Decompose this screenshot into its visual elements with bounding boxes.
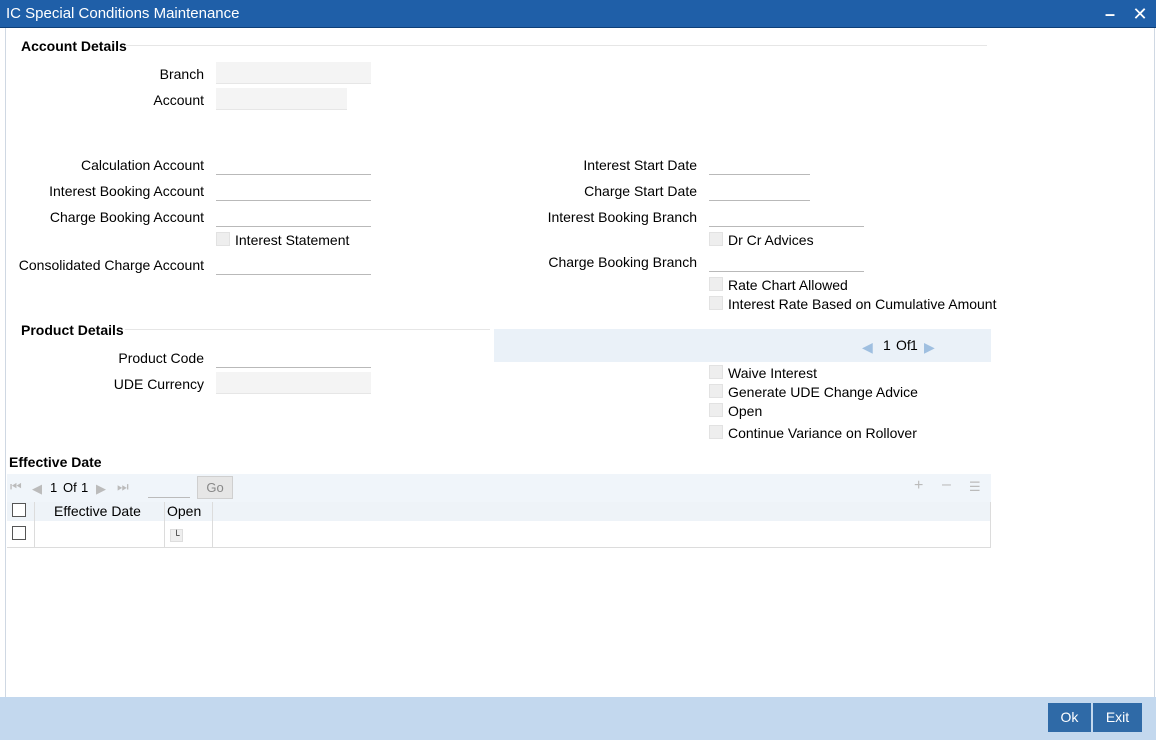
ude-currency-label: UDE Currency bbox=[113, 376, 204, 392]
charge-booking-account-label: Charge Booking Account bbox=[49, 209, 204, 225]
ok-button[interactable]: Ok bbox=[1048, 703, 1091, 732]
charge-booking-branch-label: Charge Booking Branch bbox=[548, 254, 697, 270]
branch-field[interactable] bbox=[216, 62, 371, 84]
list-view-icon[interactable]: ☰ bbox=[969, 479, 981, 495]
previous-page-icon[interactable]: ◀ bbox=[32, 481, 42, 497]
consolidated-charge-account-label: Consolidated Charge Account bbox=[18, 257, 204, 273]
column-header-open: Open bbox=[167, 503, 202, 519]
interest-statement-checkbox[interactable] bbox=[216, 232, 230, 246]
next-page-icon[interactable]: ▶ bbox=[96, 481, 106, 497]
section-divider bbox=[125, 45, 987, 46]
open-checkbox[interactable] bbox=[709, 403, 723, 417]
generate-ude-change-advice-checkbox[interactable] bbox=[709, 384, 723, 398]
grid-pager-of: Of bbox=[63, 480, 77, 495]
interest-statement-label: Interest Statement bbox=[235, 232, 350, 248]
effective-date-grid: Effective Date Open └ bbox=[7, 502, 991, 548]
grid-pager-total: 1 bbox=[81, 480, 89, 495]
row-open-checkbox[interactable]: └ bbox=[170, 529, 183, 542]
column-header-effective-date: Effective Date bbox=[54, 503, 141, 519]
interest-booking-branch-label: Interest Booking Branch bbox=[547, 209, 697, 225]
interest-rate-cumulative-checkbox[interactable] bbox=[709, 296, 723, 310]
open-label: Open bbox=[728, 403, 763, 419]
interest-booking-branch-field[interactable] bbox=[709, 205, 864, 227]
calculation-account-label: Calculation Account bbox=[81, 157, 204, 173]
grid-pager-current: 1 bbox=[50, 480, 58, 495]
waive-interest-label: Waive Interest bbox=[728, 365, 817, 381]
product-pager-bar: ◀ 1 Of 1 ▶ bbox=[494, 329, 991, 362]
effective-date-heading: Effective Date bbox=[9, 454, 102, 470]
page-number-input[interactable] bbox=[148, 477, 190, 498]
product-code-label: Product Code bbox=[118, 350, 204, 366]
table-row[interactable]: └ bbox=[7, 521, 990, 547]
continue-variance-checkbox[interactable] bbox=[709, 425, 723, 439]
charge-start-date-label: Charge Start Date bbox=[584, 183, 697, 199]
first-page-icon[interactable]: ⏮ bbox=[10, 479, 22, 495]
footer-bar: Ok Exit bbox=[0, 697, 1156, 740]
charge-start-date-field[interactable] bbox=[709, 179, 810, 201]
next-icon[interactable]: ▶ bbox=[924, 339, 935, 356]
previous-icon[interactable]: ◀ bbox=[862, 339, 873, 356]
window-title: IC Special Conditions Maintenance bbox=[6, 5, 240, 22]
section-divider bbox=[125, 329, 490, 330]
continue-variance-label: Continue Variance on Rollover bbox=[728, 425, 917, 441]
add-row-icon[interactable]: + bbox=[914, 477, 923, 495]
account-field[interactable] bbox=[216, 88, 347, 110]
pager-current: 1 bbox=[883, 337, 891, 353]
waive-interest-checkbox[interactable] bbox=[709, 365, 723, 379]
account-details-heading: Account Details bbox=[21, 38, 127, 54]
product-details-heading: Product Details bbox=[21, 322, 124, 338]
dr-cr-advices-checkbox[interactable] bbox=[709, 232, 723, 246]
calculation-account-field[interactable] bbox=[216, 153, 371, 175]
interest-booking-account-field[interactable] bbox=[216, 179, 371, 201]
rate-chart-allowed-label: Rate Chart Allowed bbox=[728, 277, 848, 293]
account-label: Account bbox=[153, 92, 204, 108]
select-all-checkbox[interactable] bbox=[12, 503, 26, 517]
row-select-checkbox[interactable] bbox=[12, 526, 26, 540]
rate-chart-allowed-checkbox[interactable] bbox=[709, 277, 723, 291]
go-button[interactable]: Go bbox=[197, 476, 233, 499]
interest-booking-account-label: Interest Booking Account bbox=[49, 183, 204, 199]
generate-ude-change-advice-label: Generate UDE Change Advice bbox=[728, 384, 918, 400]
last-page-icon[interactable]: ⏭ bbox=[117, 479, 129, 495]
grid-header bbox=[7, 502, 990, 521]
pager-of: Of bbox=[896, 337, 911, 353]
close-icon[interactable]: ✕ bbox=[1130, 4, 1150, 24]
consolidated-charge-account-field[interactable] bbox=[216, 253, 371, 275]
window-titlebar: IC Special Conditions Maintenance – ✕ bbox=[0, 0, 1156, 28]
product-code-field[interactable] bbox=[216, 346, 371, 368]
pager-total: 1 bbox=[910, 337, 918, 353]
interest-start-date-label: Interest Start Date bbox=[583, 157, 697, 173]
grid-toolbar: ⏮ ◀ 1 Of 1 ▶ ⏭ Go + – ☰ bbox=[7, 474, 991, 502]
dr-cr-advices-label: Dr Cr Advices bbox=[728, 232, 814, 248]
ude-currency-field[interactable] bbox=[216, 372, 371, 394]
interest-rate-cumulative-label: Interest Rate Based on Cumulative Amount bbox=[728, 296, 997, 312]
branch-label: Branch bbox=[159, 66, 204, 82]
exit-button[interactable]: Exit bbox=[1093, 703, 1142, 732]
delete-row-icon[interactable]: – bbox=[942, 476, 951, 494]
minimize-icon[interactable]: – bbox=[1100, 4, 1120, 24]
charge-booking-account-field[interactable] bbox=[216, 205, 371, 227]
interest-start-date-field[interactable] bbox=[709, 153, 810, 175]
charge-booking-branch-field[interactable] bbox=[709, 250, 864, 272]
